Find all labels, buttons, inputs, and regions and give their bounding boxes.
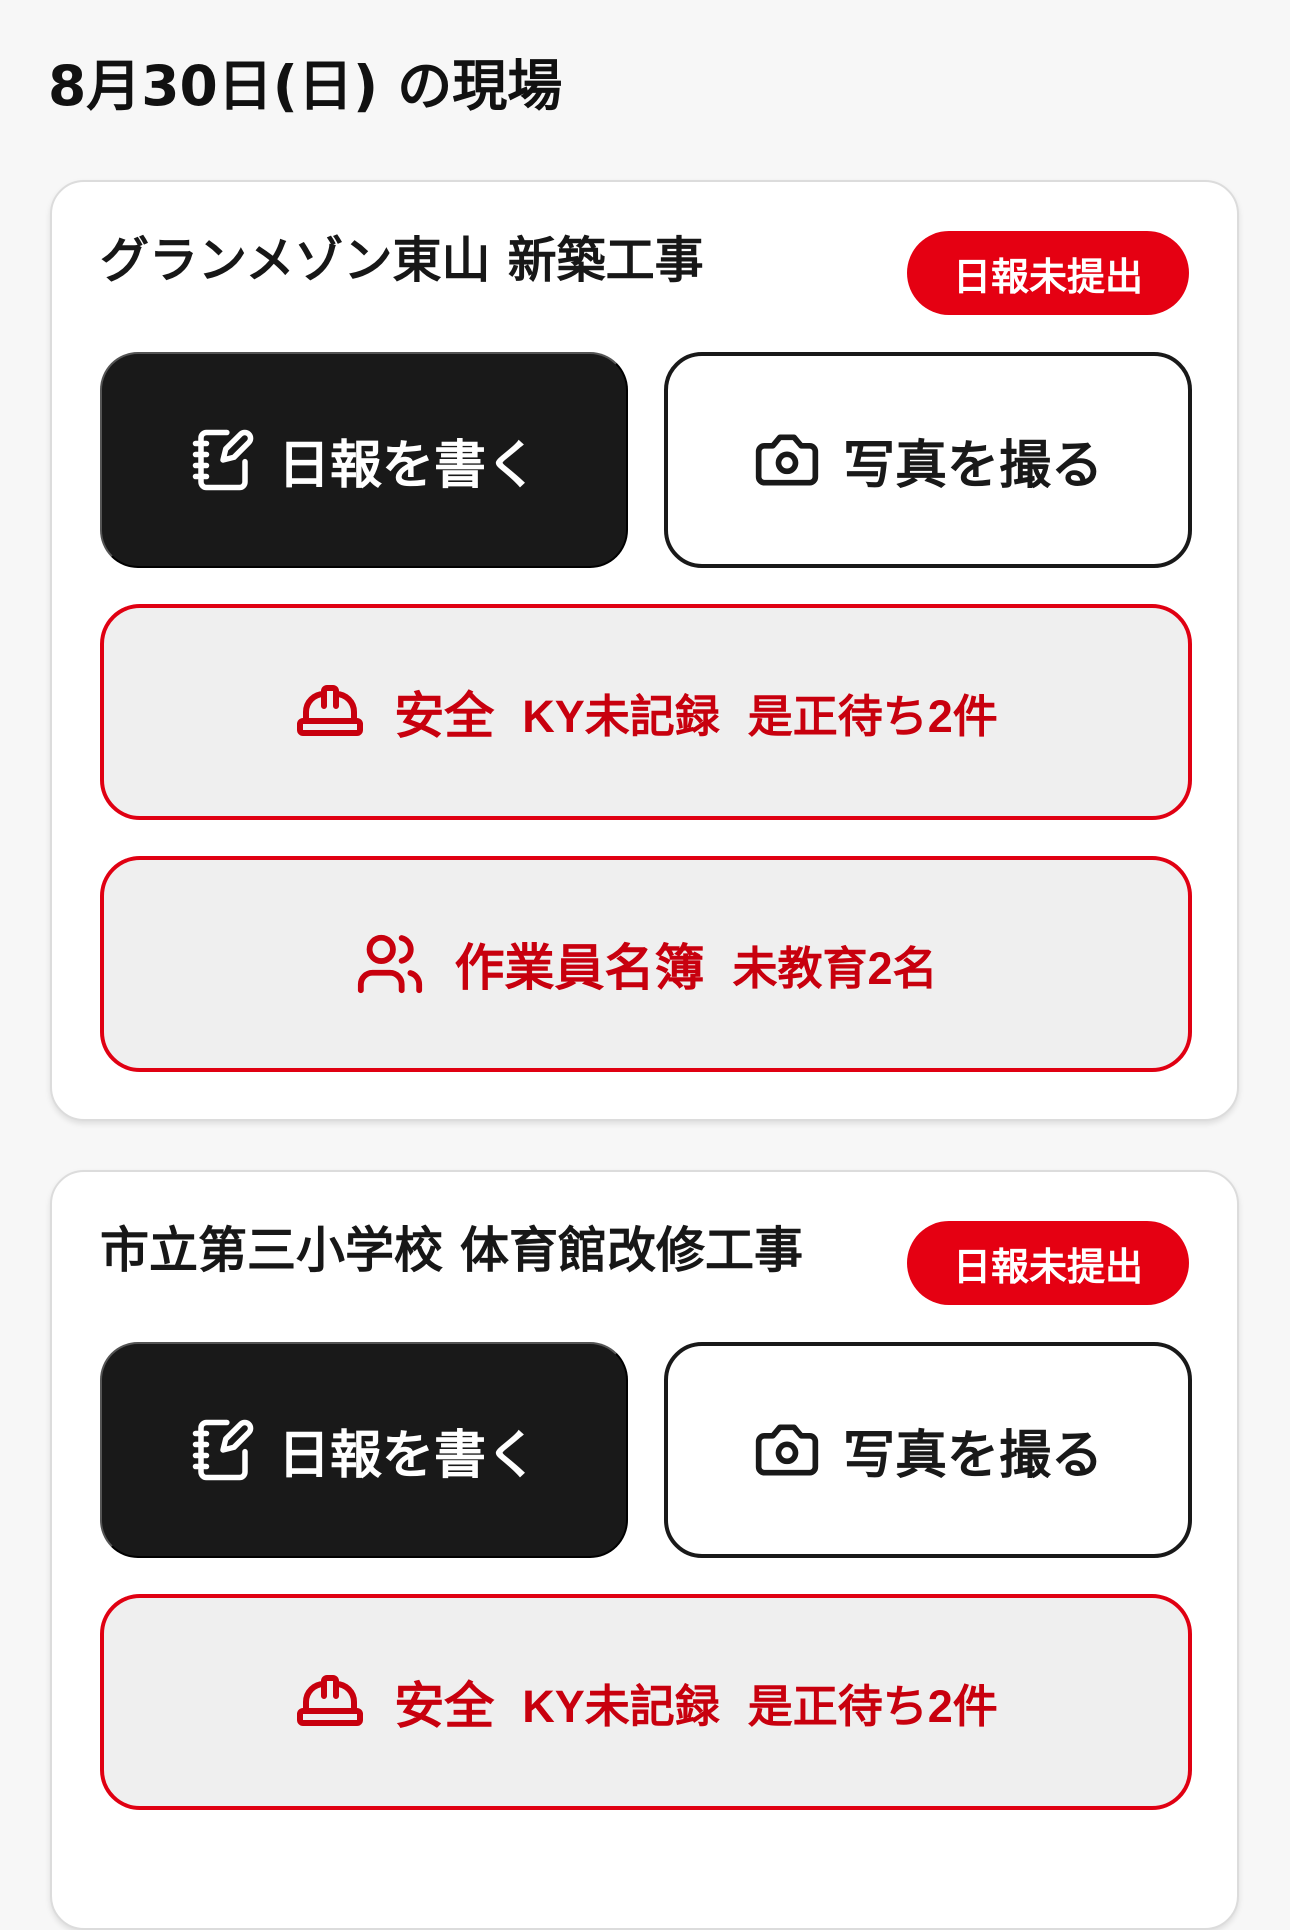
users-icon [354,928,426,1000]
take-photo-label: 写真を撮る [842,436,1103,495]
report-status-badge: 日報未提出 [907,1221,1189,1305]
uneducated-workers: 未教育2名 [732,942,938,994]
camera-icon [753,426,821,494]
site-card: グランメゾン東山 新築工事 日報未提出 日報を書く 写真を撮る 安全 KY未記録… [50,180,1239,1121]
safety-alert-button[interactable]: 安全 KY未記録 是正待ち2件 [100,1594,1192,1810]
safety-alert-button[interactable]: 安全 KY未記録 是正待ち2件 [100,604,1192,820]
report-status-badge: 日報未提出 [907,231,1189,315]
take-photo-label: 写真を撮る [842,1426,1103,1485]
ky-status: KY未記録 [522,690,720,742]
site-name: 市立第三小学校 体育館改修工事 [100,1222,804,1279]
write-report-button[interactable]: 日報を書く [100,1342,628,1558]
camera-icon [753,1416,821,1484]
write-report-label: 日報を書く [277,1426,538,1485]
take-photo-button[interactable]: 写真を撮る [664,1342,1192,1558]
pending-corrections: 是正待ち2件 [747,690,998,742]
worker-roster-alert-button[interactable]: 作業員名簿 未教育2名 [100,856,1192,1072]
worker-roster-label: 作業員名簿 [454,940,705,996]
safety-label: 安全 [394,1678,495,1734]
ky-status: KY未記録 [522,1680,720,1732]
site-name: グランメゾン東山 新築工事 [100,232,704,289]
write-report-button[interactable]: 日報を書く [100,352,628,568]
site-card: 市立第三小学校 体育館改修工事 日報未提出 日報を書く 写真を撮る 安全 KY未… [50,1170,1239,1930]
safety-label: 安全 [394,688,495,744]
pending-corrections: 是正待ち2件 [747,1680,998,1732]
page-title: 8月30日(日) の現場 [48,54,563,118]
notebook-pen-icon [190,427,256,493]
notebook-pen-icon [190,1417,256,1483]
take-photo-button[interactable]: 写真を撮る [664,352,1192,568]
hard-hat-icon [294,1666,366,1738]
write-report-label: 日報を書く [277,436,538,495]
hard-hat-icon [294,676,366,748]
